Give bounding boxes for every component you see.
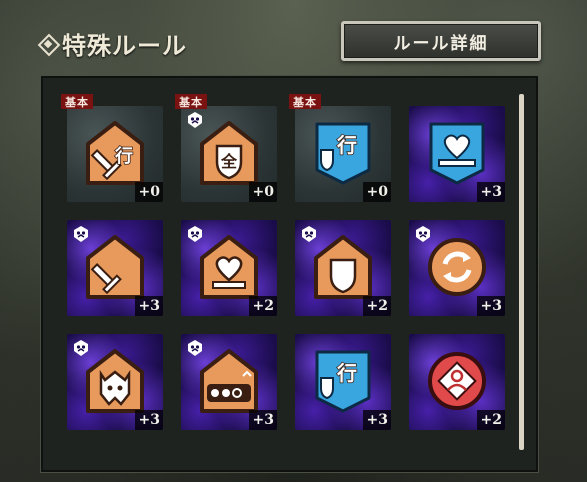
basic-badge: 基本 xyxy=(61,94,93,109)
diamond-icon xyxy=(40,36,56,52)
orange-house-dots-icon xyxy=(199,348,259,414)
rule-card-6[interactable]: +2 xyxy=(181,220,277,316)
monster-head-icon xyxy=(185,110,205,130)
orange-house-heart-icon xyxy=(199,234,259,300)
rule-card-9[interactable]: +3 xyxy=(67,334,163,430)
page-title: 特殊ルール xyxy=(40,26,187,61)
bonus-value: +3 xyxy=(363,410,391,430)
bonus-value: +2 xyxy=(249,296,277,316)
monster-head-icon xyxy=(71,338,91,358)
monster-head-icon xyxy=(299,224,319,244)
monster-head-icon xyxy=(185,338,205,358)
rule-card-4[interactable]: +3 xyxy=(409,106,505,202)
rule-card-12[interactable]: +2 xyxy=(409,334,505,430)
rule-detail-button[interactable]: ルール詳細 xyxy=(341,21,541,61)
orange-house-sword-icon xyxy=(85,234,145,300)
red-diamond-person-icon xyxy=(427,348,487,414)
orange-house-shield-icon: 全 xyxy=(199,120,259,186)
monster-head-icon xyxy=(185,224,205,244)
bonus-value: +3 xyxy=(135,296,163,316)
monster-head-icon xyxy=(71,224,91,244)
bonus-value: +2 xyxy=(477,410,505,430)
orange-house-beast-icon xyxy=(85,348,145,414)
bonus-value: +0 xyxy=(363,182,391,202)
blue-shield-move-icon: 行 xyxy=(313,348,373,414)
svg-text:全: 全 xyxy=(220,152,238,171)
svg-text:行: 行 xyxy=(336,133,357,157)
blue-heart-hand-icon xyxy=(427,120,487,186)
rule-card-10[interactable]: +3 xyxy=(181,334,277,430)
bonus-value: +3 xyxy=(249,410,277,430)
rule-card-8[interactable]: +3 xyxy=(409,220,505,316)
basic-badge: 基本 xyxy=(175,94,207,109)
bonus-value: +0 xyxy=(249,182,277,202)
bonus-value: +3 xyxy=(477,296,505,316)
bonus-value: +3 xyxy=(477,182,505,202)
rule-card-1[interactable]: 行 +0 xyxy=(67,106,163,202)
svg-text:行: 行 xyxy=(336,361,357,385)
orange-house-sword-icon: 行 xyxy=(85,120,145,186)
bonus-value: +2 xyxy=(363,296,391,316)
rule-card-11[interactable]: 行 +3 xyxy=(295,334,391,430)
rule-card-5[interactable]: +3 xyxy=(67,220,163,316)
bonus-value: +3 xyxy=(135,410,163,430)
rule-card-2[interactable]: 全 +0 xyxy=(181,106,277,202)
blue-shield-move-icon: 行 xyxy=(313,120,373,186)
scrollbar[interactable] xyxy=(519,94,524,450)
basic-badge: 基本 xyxy=(289,94,321,109)
bonus-value: +0 xyxy=(135,182,163,202)
monster-head-icon xyxy=(413,224,433,244)
rule-card-7[interactable]: +2 xyxy=(295,220,391,316)
svg-text:行: 行 xyxy=(114,145,133,167)
title-text: 特殊ルール xyxy=(62,31,187,60)
orange-circle-refresh-icon xyxy=(427,234,487,300)
orange-house-shield-icon xyxy=(313,234,373,300)
rule-card-3[interactable]: 行 +0 xyxy=(295,106,391,202)
